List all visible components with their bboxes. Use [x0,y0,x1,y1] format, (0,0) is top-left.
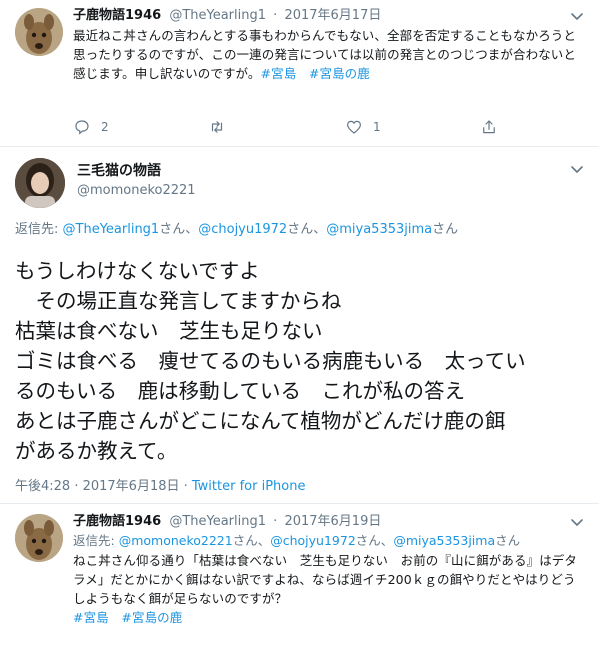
mention-link[interactable]: @chojyu1972 [270,533,356,548]
mention-suffix: さん [287,222,314,237]
mention-suffix: さん [432,222,459,237]
tweet-timestamp[interactable]: 午後4:28 · 2017年6月18日 · [15,479,192,494]
text-line: あとは子鹿さんがどこになんて植物がどんだけ鹿の餌 [15,409,506,433]
mention-separator: 、 [257,533,271,548]
like-button[interactable]: 1 [345,117,381,137]
text-line: その場正直な発言してますからね [15,289,342,313]
tweet-text: ねこ丼さん仰る通り「枯葉は食べない 芝生も足りない お前の『山に餌がある』はデタ… [73,551,578,627]
reply-to-line: 返信先: @momoneko2221さん、@chojyu1972さん、@miya… [73,532,585,550]
text-line: があるか教えて。 [15,439,178,463]
text-line: るのもいる 鹿は移動している これが私の答え [15,379,465,403]
share-icon [483,120,495,134]
reply-button[interactable]: 2 [73,117,109,137]
text-line: ゴミは食べる 痩せてるのもいる病鹿もいる 太ってい [15,349,526,373]
mention-suffix: さん [232,533,258,548]
tweet-actions: 2 1 [73,117,513,137]
hashtag-link[interactable]: #宮島 [261,66,297,81]
reply-icon [75,120,89,135]
reply-to-line: 返信先: @TheYearling1さん、@chojyu1972さん、@miya… [15,220,458,240]
main-tweet-text: もうしわけなくないですよ その場正直な発言してますからね 枯葉は食べない 芝生も足… [15,256,585,466]
like-count: 1 [373,120,381,134]
tweet-text: 最近ねこ丼さんの言わんとする事もわからんでもない、全部を否定することもなかろうと… [73,26,583,83]
mention-link[interactable]: @TheYearling1 [63,222,160,237]
chevron-down-icon[interactable] [569,8,585,24]
client-link[interactable]: Twitter for iPhone [192,479,306,494]
main-tweet: 三毛猫の物語 @momoneko2221 返信先: @TheYearling1さ… [0,148,599,503]
tweet-metadata: 午後4:28 · 2017年6月18日 · Twitter for iPhone [15,478,305,496]
tweet-header: 子鹿物語1946 @TheYearling1 · 2017年6月17日 [73,6,585,26]
profile-photo [15,158,65,208]
display-name[interactable]: 子鹿物語1946 [73,8,161,23]
text-line: もうしわけなくないですよ [15,259,260,283]
display-name[interactable]: 三毛猫の物語 [77,161,196,181]
reply-count: 2 [101,120,109,134]
text-line: 枯葉は食べない 芝生も足りない [15,319,323,343]
chevron-down-icon[interactable] [569,514,585,530]
separator-dot: · [273,514,278,529]
retweet-button[interactable] [208,117,226,137]
user-handle[interactable]: @TheYearling1 [169,514,266,529]
avatar[interactable] [15,158,65,208]
tweet-thread: 子鹿物語1946 @TheYearling1 · 2017年6月17日 最近ねこ… [0,0,599,645]
hashtag-link[interactable]: #宮島 [73,610,109,625]
share-button[interactable] [480,117,498,137]
reply-to-prefix: 返信先: [73,533,119,548]
reply-to-prefix: 返信先: [15,222,63,237]
main-tweet-user[interactable]: 三毛猫の物語 @momoneko2221 [77,161,196,201]
hashtag-link[interactable]: #宮島の鹿 [121,610,182,625]
like-icon [347,120,361,134]
tweet-date[interactable]: 2017年6月19日 [284,514,381,529]
user-handle[interactable]: @momoneko2221 [77,181,196,201]
reply-tweet-top[interactable]: 子鹿物語1946 @TheYearling1 · 2017年6月17日 最近ねこ… [0,0,599,147]
mention-suffix: さん [495,533,521,548]
deer-avatar-image [15,8,63,56]
display-name[interactable]: 子鹿物語1946 [73,514,161,529]
user-handle[interactable]: @TheYearling1 [169,8,266,23]
tweet-header: 子鹿物語1946 @TheYearling1 · 2017年6月19日 [73,512,585,532]
retweet-icon [211,121,223,133]
mention-link[interactable]: @chojyu1972 [198,222,287,237]
reply-tweet-bottom[interactable]: 子鹿物語1946 @TheYearling1 · 2017年6月19日 返信先:… [0,503,599,645]
hashtag-link[interactable]: #宮島の鹿 [309,66,370,81]
separator-dot: · [273,8,278,23]
mention-link[interactable]: @miya5353jima [393,533,495,548]
mention-link[interactable]: @miya5353jima [326,222,432,237]
chevron-down-icon[interactable] [569,161,585,177]
mention-suffix: さん [355,533,381,548]
mention-separator: 、 [313,222,327,237]
mention-separator: 、 [185,222,199,237]
deer-avatar-image [15,514,63,562]
mention-separator: 、 [380,533,394,548]
mention-link[interactable]: @momoneko2221 [119,533,233,548]
tweet-date[interactable]: 2017年6月17日 [284,8,381,23]
avatar[interactable] [15,8,63,56]
tweet-text-body: ねこ丼さん仰る通り「枯葉は食べない 芝生も足りない お前の『山に餌がある』はデタ… [73,553,578,606]
mention-suffix: さん [159,222,186,237]
avatar[interactable] [15,514,63,562]
